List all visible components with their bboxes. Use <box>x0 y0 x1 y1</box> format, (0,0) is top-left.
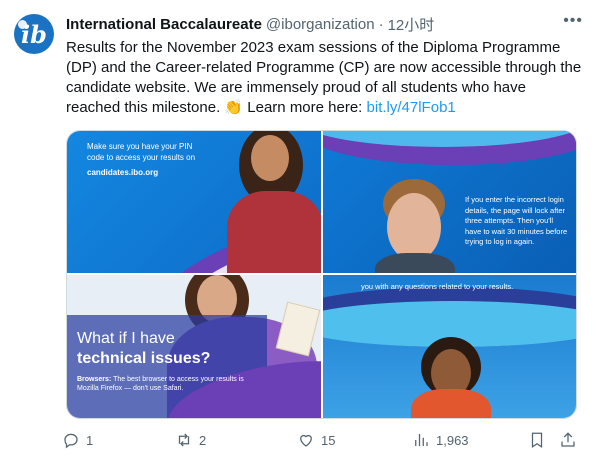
media-image-3[interactable]: What if I have technical issues? Browser… <box>67 275 321 418</box>
tweet-text: Results for the November 2023 exam sessi… <box>66 38 584 118</box>
student-face <box>387 193 441 261</box>
reply-count: 1 <box>86 432 94 448</box>
display-name[interactable]: International Baccalaureate <box>66 16 262 33</box>
student-shirt <box>375 253 455 273</box>
notebook <box>275 301 321 357</box>
more-options-icon[interactable]: ••• <box>563 12 583 30</box>
tile3-heading-line2: technical issues? <box>77 350 211 367</box>
reply-button[interactable]: 1 <box>62 428 93 452</box>
views-icon <box>415 434 428 446</box>
media-grid: Make sure you have your PIN code to acce… <box>66 130 577 419</box>
tile2-text: If you enter the incorrect login details… <box>465 195 568 246</box>
tile3-heading: What if I have technical issues? <box>77 329 277 369</box>
tweet-link[interactable]: bit.ly/47lFob1 <box>367 99 456 116</box>
share-button[interactable] <box>559 428 577 452</box>
tweet-learn-more: Learn more here: <box>247 99 363 116</box>
student-shirt <box>411 389 491 418</box>
student-shirt <box>227 191 321 273</box>
like-button[interactable]: 15 <box>297 428 335 452</box>
clapping-hands-emoji: 👏 <box>224 99 244 116</box>
share-icon <box>561 432 575 447</box>
student-face <box>251 135 289 181</box>
handle[interactable]: @iborganization <box>266 16 375 33</box>
tile1-text: Make sure you have your PIN code to acce… <box>87 141 227 178</box>
retweet-icon <box>178 433 190 447</box>
tile3-heading-line1: What if I have <box>77 330 175 347</box>
media-image-2[interactable]: If you enter the incorrect login details… <box>323 131 576 273</box>
action-bar: 1 2 15 1,963 <box>62 428 582 452</box>
tweet-header: International Baccalaureate @iborganizat… <box>66 12 583 35</box>
media-image-1[interactable]: Make sure you have your PIN code to acce… <box>67 131 321 273</box>
tile1-url: candidates.ibo.org <box>87 168 159 177</box>
timestamp[interactable]: 12小时 <box>388 14 435 35</box>
avatar-logo-text: ib <box>21 19 47 49</box>
retweet-button[interactable]: 2 <box>175 428 206 452</box>
avatar[interactable]: ib <box>14 14 54 54</box>
views-button[interactable]: 1,963 <box>412 428 469 452</box>
retweet-count: 2 <box>199 432 207 448</box>
reply-icon <box>64 433 78 449</box>
tile3-body: Browsers: The best browser to access you… <box>77 375 247 393</box>
bookmark-button[interactable] <box>528 428 546 452</box>
tile1-line1: Make sure you have your PIN <box>87 142 193 151</box>
heart-icon <box>300 434 312 447</box>
media-image-4[interactable]: you with any questions related to your r… <box>323 275 576 418</box>
tile1-line2: code to access your results on <box>87 153 196 162</box>
separator-dot: · <box>378 15 384 33</box>
views-count: 1,963 <box>436 432 469 448</box>
tile4-text: you with any questions related to your r… <box>361 282 514 291</box>
like-count: 15 <box>321 432 336 448</box>
bookmark-icon <box>531 432 543 448</box>
tile3-body-label: Browsers: <box>77 376 112 383</box>
